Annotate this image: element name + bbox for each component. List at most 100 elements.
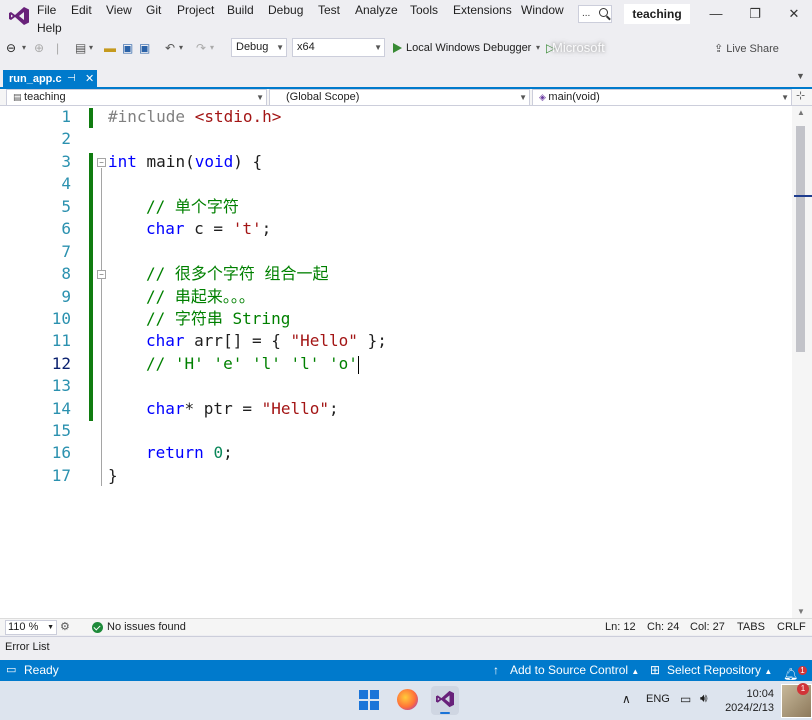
menu-git[interactable]: Git: [146, 3, 161, 17]
code-line-3: int main(void) {: [108, 151, 262, 173]
menu-test[interactable]: Test: [318, 3, 340, 17]
show-hidden-icons-chevron-icon[interactable]: ∧: [622, 692, 631, 706]
member-select[interactable]: ◈ main(void) ▼: [532, 89, 792, 106]
menu-window[interactable]: Window: [521, 3, 564, 17]
menu-project[interactable]: Project: [177, 3, 214, 17]
code-editor[interactable]: 1 2 3 4 5 6 8 7 9 10 11 12 13 14 15 16 1…: [0, 106, 812, 618]
save-icon[interactable]: ▣: [122, 40, 133, 56]
close-window-icon[interactable]: ✕: [780, 4, 808, 24]
clock-date: 2024/2/13: [725, 702, 774, 714]
scroll-up-icon[interactable]: ▲: [797, 108, 805, 117]
issues-status[interactable]: No issues found: [107, 619, 186, 635]
visual-studio-taskbar-button[interactable]: [431, 686, 459, 715]
zoom-value: 110 %: [8, 621, 39, 633]
menu-help[interactable]: Help: [37, 21, 62, 35]
column-indicator[interactable]: Col: 27: [690, 619, 725, 635]
keyword: char: [146, 219, 185, 238]
code-line-16: return 0;: [146, 442, 233, 464]
forward-icon[interactable]: ⊕: [34, 40, 44, 56]
add-to-source-control-button[interactable]: Add to Source Control ▲: [510, 660, 639, 682]
char-indicator[interactable]: Ch: 24: [647, 619, 679, 635]
clock-time: 10:04: [746, 688, 774, 700]
chevron-up-icon: ▲: [631, 667, 640, 676]
change-indicator: [89, 153, 93, 421]
firefox-icon[interactable]: [397, 689, 418, 710]
scroll-down-icon[interactable]: ▼: [797, 607, 805, 616]
start-debugging-button[interactable]: Local Windows Debugger: [392, 39, 531, 57]
back-icon[interactable]: ⊖: [6, 40, 16, 56]
menu-file[interactable]: File: [37, 3, 56, 17]
network-icon[interactable]: ▭: [680, 692, 691, 706]
select-repository-button[interactable]: Select Repository ▲: [667, 660, 772, 682]
line-number: 17: [51, 466, 71, 485]
volume-icon[interactable]: 🔊︎: [700, 691, 708, 706]
close-tab-icon[interactable]: ✕: [85, 70, 94, 88]
input-language[interactable]: ENG: [646, 693, 670, 705]
member-value: main(void): [548, 91, 600, 103]
menu-edit[interactable]: Edit: [71, 3, 92, 17]
collapse-comment-icon[interactable]: −: [97, 270, 106, 279]
menu-extensions[interactable]: Extensions: [453, 3, 512, 17]
visual-studio-icon: [436, 690, 454, 708]
scope-select[interactable]: (Global Scope) ▼: [269, 89, 530, 106]
solution-name: teaching: [624, 4, 690, 24]
editor-status-row: 110 % ▼ ⚙ No issues found Ln: 12 Ch: 24 …: [0, 618, 812, 635]
code-token: ) {: [233, 152, 263, 171]
redo-icon[interactable]: ↷: [196, 40, 206, 56]
pin-icon[interactable]: ⊣: [67, 70, 76, 88]
windows-start-icon[interactable]: [359, 690, 379, 710]
line-ending-indicator[interactable]: CRLF: [777, 619, 806, 635]
menu-analyze[interactable]: Analyze: [355, 3, 398, 17]
code-token: ;: [261, 219, 272, 238]
search-icon: [599, 8, 608, 17]
zoom-select[interactable]: 110 % ▼: [5, 620, 57, 635]
select-repository-label: Select Repository: [667, 663, 762, 677]
error-list-tab[interactable]: Error List: [0, 636, 812, 659]
char-literal: 't': [232, 219, 262, 238]
undo-icon[interactable]: ↶: [165, 40, 175, 56]
live-share-icon: ⇪: [714, 43, 727, 55]
new-project-icon[interactable]: ▤: [75, 40, 86, 56]
caret-position-marker: [794, 195, 812, 197]
code-token: c =: [184, 219, 233, 238]
check-circle-icon: [92, 622, 103, 633]
system-clock[interactable]: 10:04 2024/2/13: [724, 687, 774, 715]
split-window-icon[interactable]: ⊹: [796, 89, 805, 102]
indentation-indicator[interactable]: TABS: [737, 619, 765, 635]
new-dropdown-icon[interactable]: ▾: [89, 40, 93, 56]
vertical-scrollbar[interactable]: ▲ ▼: [792, 106, 812, 618]
platform-select[interactable]: x64 ▼: [292, 38, 385, 57]
undo-dropdown-icon[interactable]: ▾: [179, 40, 183, 56]
keyword: void: [194, 152, 234, 171]
menu-build[interactable]: Build: [227, 3, 254, 17]
keyword: return: [146, 443, 204, 462]
windows-taskbar: ∧ ENG ▭ 🔊︎ 10:04 2024/2/13 1: [0, 681, 812, 720]
code-text[interactable]: #include <stdio.h> int main(void) { // 单…: [108, 106, 788, 618]
menu-tools[interactable]: Tools: [410, 3, 438, 17]
menu-debug[interactable]: Debug: [268, 3, 303, 17]
line-number: 5: [61, 197, 71, 216]
minimize-icon[interactable]: —: [702, 4, 730, 24]
menu-view[interactable]: View: [106, 3, 132, 17]
intellicode-icon[interactable]: ⚙: [60, 619, 70, 635]
visual-studio-logo-icon[interactable]: [8, 6, 30, 26]
line-number: 4: [61, 174, 71, 193]
code-token: arr[] = {: [184, 331, 291, 350]
line-indicator[interactable]: Ln: 12: [605, 619, 636, 635]
open-folder-icon[interactable]: ▬: [104, 40, 116, 56]
restore-icon[interactable]: ❐: [741, 4, 769, 24]
debug-target-dropdown-icon[interactable]: ▾: [536, 40, 540, 56]
chevron-up-icon: ▲: [764, 667, 773, 676]
search-box[interactable]: ...: [578, 5, 612, 23]
code-token: * ptr =: [184, 399, 262, 418]
tab-overflow-dropdown-icon[interactable]: ▼: [796, 71, 805, 81]
live-share-button[interactable]: ⇪ Live Share: [714, 42, 779, 55]
outline-guide: [101, 168, 102, 486]
redo-dropdown-icon[interactable]: ▾: [210, 40, 214, 56]
scrollbar-thumb[interactable]: [796, 126, 805, 352]
project-select[interactable]: ▤ teaching ▼: [6, 89, 267, 106]
save-all-icon[interactable]: ▣: [139, 40, 150, 56]
back-dropdown-icon[interactable]: ▾: [22, 40, 26, 56]
configuration-select[interactable]: Debug ▼: [231, 38, 287, 57]
collapse-main-icon[interactable]: −: [97, 158, 106, 167]
